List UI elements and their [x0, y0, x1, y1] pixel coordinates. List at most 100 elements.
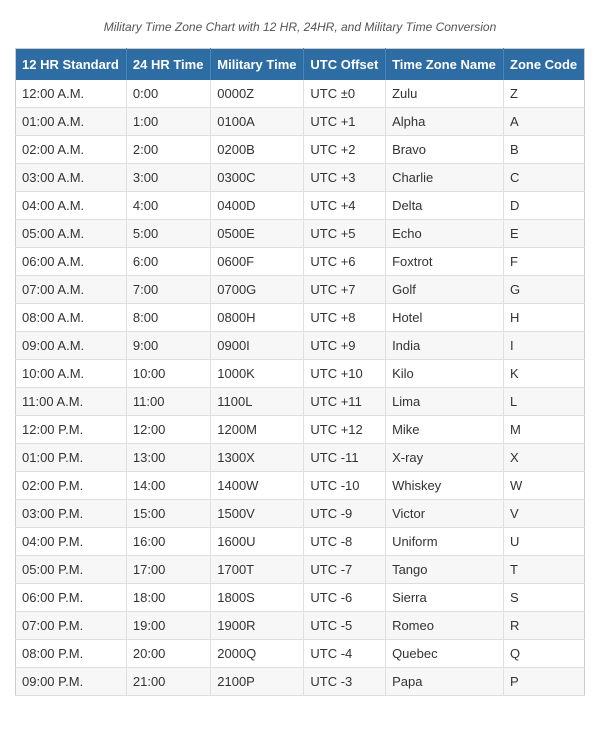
- table-row: 12:00 P.M.12:001200MUTC +12MikeM: [16, 416, 585, 444]
- table-row: 03:00 A.M.3:000300CUTC +3CharlieC: [16, 164, 585, 192]
- cell-r8-c2: 0800H: [211, 304, 304, 332]
- cell-r0-c1: 0:00: [126, 80, 210, 108]
- cell-r7-c1: 7:00: [126, 276, 210, 304]
- cell-r16-c5: U: [504, 528, 585, 556]
- table-row: 12:00 A.M.0:000000ZUTC ±0ZuluZ: [16, 80, 585, 108]
- cell-r2-c3: UTC +2: [304, 136, 386, 164]
- table-row: 06:00 P.M.18:001800SUTC -6SierraS: [16, 584, 585, 612]
- cell-r6-c5: F: [504, 248, 585, 276]
- cell-r0-c4: Zulu: [386, 80, 504, 108]
- cell-r5-c0: 05:00 A.M.: [16, 220, 127, 248]
- cell-r7-c2: 0700G: [211, 276, 304, 304]
- cell-r0-c3: UTC ±0: [304, 80, 386, 108]
- cell-r14-c2: 1400W: [211, 472, 304, 500]
- cell-r15-c3: UTC -9: [304, 500, 386, 528]
- table-row: 02:00 P.M.14:001400WUTC -10WhiskeyW: [16, 472, 585, 500]
- time-zone-table: 12 HR Standard24 HR TimeMilitary TimeUTC…: [15, 48, 585, 696]
- cell-r10-c2: 1000K: [211, 360, 304, 388]
- cell-r15-c5: V: [504, 500, 585, 528]
- cell-r10-c5: K: [504, 360, 585, 388]
- cell-r20-c3: UTC -4: [304, 640, 386, 668]
- page-subtitle: Military Time Zone Chart with 12 HR, 24H…: [15, 20, 585, 34]
- table-row: 05:00 A.M.5:000500EUTC +5EchoE: [16, 220, 585, 248]
- cell-r10-c3: UTC +10: [304, 360, 386, 388]
- cell-r8-c0: 08:00 A.M.: [16, 304, 127, 332]
- cell-r0-c2: 0000Z: [211, 80, 304, 108]
- table-row: 02:00 A.M.2:000200BUTC +2BravoB: [16, 136, 585, 164]
- cell-r20-c5: Q: [504, 640, 585, 668]
- cell-r18-c1: 18:00: [126, 584, 210, 612]
- col-header-2: Military Time: [211, 49, 304, 81]
- cell-r10-c1: 10:00: [126, 360, 210, 388]
- cell-r14-c1: 14:00: [126, 472, 210, 500]
- cell-r3-c3: UTC +3: [304, 164, 386, 192]
- cell-r5-c3: UTC +5: [304, 220, 386, 248]
- cell-r3-c5: C: [504, 164, 585, 192]
- cell-r9-c2: 0900I: [211, 332, 304, 360]
- cell-r17-c1: 17:00: [126, 556, 210, 584]
- cell-r0-c0: 12:00 A.M.: [16, 80, 127, 108]
- cell-r12-c1: 12:00: [126, 416, 210, 444]
- cell-r12-c2: 1200M: [211, 416, 304, 444]
- cell-r19-c5: R: [504, 612, 585, 640]
- cell-r20-c4: Quebec: [386, 640, 504, 668]
- table-row: 04:00 P.M.16:001600UUTC -8UniformU: [16, 528, 585, 556]
- cell-r2-c5: B: [504, 136, 585, 164]
- cell-r17-c5: T: [504, 556, 585, 584]
- cell-r8-c3: UTC +8: [304, 304, 386, 332]
- cell-r14-c5: W: [504, 472, 585, 500]
- cell-r2-c2: 0200B: [211, 136, 304, 164]
- cell-r21-c1: 21:00: [126, 668, 210, 696]
- cell-r16-c4: Uniform: [386, 528, 504, 556]
- cell-r13-c2: 1300X: [211, 444, 304, 472]
- cell-r4-c5: D: [504, 192, 585, 220]
- cell-r16-c0: 04:00 P.M.: [16, 528, 127, 556]
- cell-r5-c4: Echo: [386, 220, 504, 248]
- cell-r21-c3: UTC -3: [304, 668, 386, 696]
- cell-r15-c0: 03:00 P.M.: [16, 500, 127, 528]
- cell-r17-c0: 05:00 P.M.: [16, 556, 127, 584]
- cell-r3-c0: 03:00 A.M.: [16, 164, 127, 192]
- cell-r8-c5: H: [504, 304, 585, 332]
- cell-r19-c2: 1900R: [211, 612, 304, 640]
- cell-r12-c5: M: [504, 416, 585, 444]
- cell-r9-c5: I: [504, 332, 585, 360]
- cell-r7-c5: G: [504, 276, 585, 304]
- cell-r9-c1: 9:00: [126, 332, 210, 360]
- table-row: 07:00 A.M.7:000700GUTC +7GolfG: [16, 276, 585, 304]
- col-header-4: Time Zone Name: [386, 49, 504, 81]
- cell-r14-c0: 02:00 P.M.: [16, 472, 127, 500]
- cell-r1-c2: 0100A: [211, 108, 304, 136]
- cell-r13-c0: 01:00 P.M.: [16, 444, 127, 472]
- cell-r5-c2: 0500E: [211, 220, 304, 248]
- cell-r2-c0: 02:00 A.M.: [16, 136, 127, 164]
- table-body: 12:00 A.M.0:000000ZUTC ±0ZuluZ01:00 A.M.…: [16, 80, 585, 696]
- cell-r13-c3: UTC -11: [304, 444, 386, 472]
- cell-r1-c1: 1:00: [126, 108, 210, 136]
- cell-r4-c2: 0400D: [211, 192, 304, 220]
- cell-r8-c4: Hotel: [386, 304, 504, 332]
- table-row: 11:00 A.M.11:001100LUTC +11LimaL: [16, 388, 585, 416]
- cell-r16-c2: 1600U: [211, 528, 304, 556]
- table-row: 10:00 A.M.10:001000KUTC +10KiloK: [16, 360, 585, 388]
- cell-r21-c2: 2100P: [211, 668, 304, 696]
- table-row: 05:00 P.M.17:001700TUTC -7TangoT: [16, 556, 585, 584]
- cell-r9-c4: India: [386, 332, 504, 360]
- cell-r19-c1: 19:00: [126, 612, 210, 640]
- cell-r6-c2: 0600F: [211, 248, 304, 276]
- cell-r11-c0: 11:00 A.M.: [16, 388, 127, 416]
- cell-r21-c0: 09:00 P.M.: [16, 668, 127, 696]
- cell-r16-c3: UTC -8: [304, 528, 386, 556]
- cell-r15-c2: 1500V: [211, 500, 304, 528]
- cell-r17-c2: 1700T: [211, 556, 304, 584]
- cell-r15-c1: 15:00: [126, 500, 210, 528]
- cell-r14-c3: UTC -10: [304, 472, 386, 500]
- cell-r20-c0: 08:00 P.M.: [16, 640, 127, 668]
- cell-r21-c5: P: [504, 668, 585, 696]
- cell-r10-c4: Kilo: [386, 360, 504, 388]
- table-row: 01:00 A.M.1:000100AUTC +1AlphaA: [16, 108, 585, 136]
- cell-r1-c3: UTC +1: [304, 108, 386, 136]
- col-header-5: Zone Code: [504, 49, 585, 81]
- cell-r18-c4: Sierra: [386, 584, 504, 612]
- cell-r14-c4: Whiskey: [386, 472, 504, 500]
